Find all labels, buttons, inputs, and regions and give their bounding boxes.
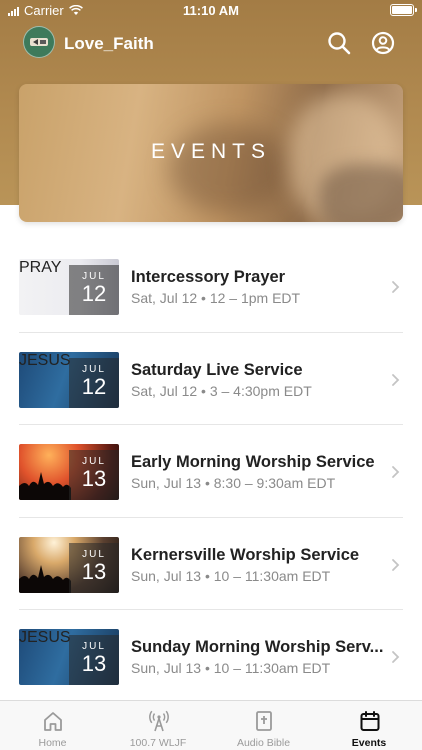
event-time: Sun, Jul 13 • 10 – 11:30am EDT bbox=[131, 567, 331, 584]
date-badge: JUL 12 bbox=[69, 357, 119, 408]
event-title: Saturday Live Service bbox=[131, 360, 303, 379]
date-day: 13 bbox=[81, 651, 107, 676]
date-day: 12 bbox=[81, 281, 107, 306]
chevron-right-icon bbox=[392, 558, 400, 571]
event-time: Sun, Jul 13 • 8:30 – 9:30am EDT bbox=[131, 475, 336, 491]
search-icon[interactable] bbox=[327, 31, 351, 55]
date-badge: JUL 13 bbox=[69, 542, 119, 593]
event-time: Sun, Jul 13 • 10 – 11:30am EDT bbox=[131, 660, 331, 676]
tab-events[interactable]: Events bbox=[317, 701, 422, 750]
event-time: Sat, Jul 12 • 3 – 4:30pm EDT bbox=[131, 382, 312, 399]
date-day: 12 bbox=[81, 373, 107, 399]
status-time: 11:10 AM bbox=[183, 3, 239, 18]
chevron-right-icon bbox=[392, 651, 400, 663]
event-title: Intercessory Prayer bbox=[131, 268, 286, 286]
banner-photo-shape bbox=[319, 164, 403, 222]
banner-photo-shape bbox=[169, 124, 289, 214]
tab-label: Events bbox=[351, 737, 387, 749]
date-month: JUL bbox=[82, 548, 106, 560]
battery-icon bbox=[390, 4, 417, 16]
chevron-right-icon bbox=[392, 373, 400, 386]
tab-label: 100.7 WLJF bbox=[129, 737, 187, 749]
thumbnail-text: JESUS bbox=[19, 629, 71, 646]
event-thumbnail: PRAY JUL 12 bbox=[19, 259, 119, 315]
calendar-icon bbox=[360, 711, 379, 731]
event-title: Sunday Morning Worship Serv... bbox=[131, 638, 384, 656]
event-title: Early Morning Worship Service bbox=[131, 453, 375, 471]
event-thumbnail: JUL 13 bbox=[19, 536, 119, 593]
tab-bar: Home 100.7 WLJF Audio Bible Events bbox=[0, 700, 422, 750]
account-circle-icon[interactable] bbox=[371, 31, 395, 55]
app-name: Love_Faith bbox=[64, 34, 154, 53]
event-thumbnail: JUL 13 bbox=[19, 444, 119, 500]
event-thumbnail: JESUS JUL 13 bbox=[19, 629, 119, 685]
status-bar: Carrier 11:10 AM bbox=[0, 0, 422, 22]
events-banner: EVENTS bbox=[19, 84, 403, 222]
event-row[interactable]: JESUS JUL 12 Saturday Live Service Sat, Jul … bbox=[0, 333, 422, 425]
date-day: 13 bbox=[81, 466, 107, 491]
date-month: JUL bbox=[82, 363, 106, 375]
logo-icon bbox=[30, 38, 48, 46]
date-badge: JUL 13 bbox=[69, 635, 119, 685]
thumbnail-text: PRAY bbox=[19, 259, 62, 276]
radio-icon bbox=[148, 710, 169, 732]
date-day: 13 bbox=[81, 558, 107, 584]
home-icon bbox=[44, 712, 62, 731]
tab-100-7-wljf[interactable]: 100.7 WLJF bbox=[106, 701, 211, 750]
event-list: PRAY JUL 12 Intercessory Prayer Sat, Jul 12 … bbox=[0, 240, 422, 703]
chevron-right-icon bbox=[392, 281, 400, 293]
bible-icon bbox=[256, 711, 272, 731]
event-thumbnail: JESUS JUL 12 bbox=[19, 351, 119, 408]
tab-audio-bible[interactable]: Audio Bible bbox=[211, 701, 316, 750]
event-time: Sat, Jul 12 • 12 – 1pm EDT bbox=[131, 290, 301, 306]
tab-label: Home bbox=[38, 737, 67, 749]
date-badge: JUL 12 bbox=[69, 265, 119, 315]
top-bar: Love_Faith bbox=[0, 22, 422, 66]
event-row[interactable]: PRAY JUL 12 Intercessory Prayer Sat, Jul 12 … bbox=[0, 240, 422, 333]
tab-home[interactable]: Home bbox=[0, 701, 105, 750]
event-row[interactable]: JUL 13 Early Morning Worship Service Sun, J… bbox=[0, 425, 422, 518]
chevron-right-icon bbox=[392, 466, 400, 478]
tab-label: Audio Bible bbox=[236, 737, 291, 749]
app-logo-avatar[interactable] bbox=[23, 26, 55, 58]
event-row[interactable]: JUL 13 Kernersville Worship Service Sun, Ju… bbox=[0, 518, 422, 610]
event-row[interactable]: JESUS JUL 13 Sunday Morning Worship Serv...… bbox=[0, 610, 422, 703]
thumbnail-text: JESUS bbox=[19, 351, 71, 369]
date-badge: JUL 13 bbox=[69, 450, 119, 500]
event-title: Kernersville Worship Service bbox=[131, 545, 360, 564]
banner-title: EVENTS bbox=[150, 140, 272, 163]
